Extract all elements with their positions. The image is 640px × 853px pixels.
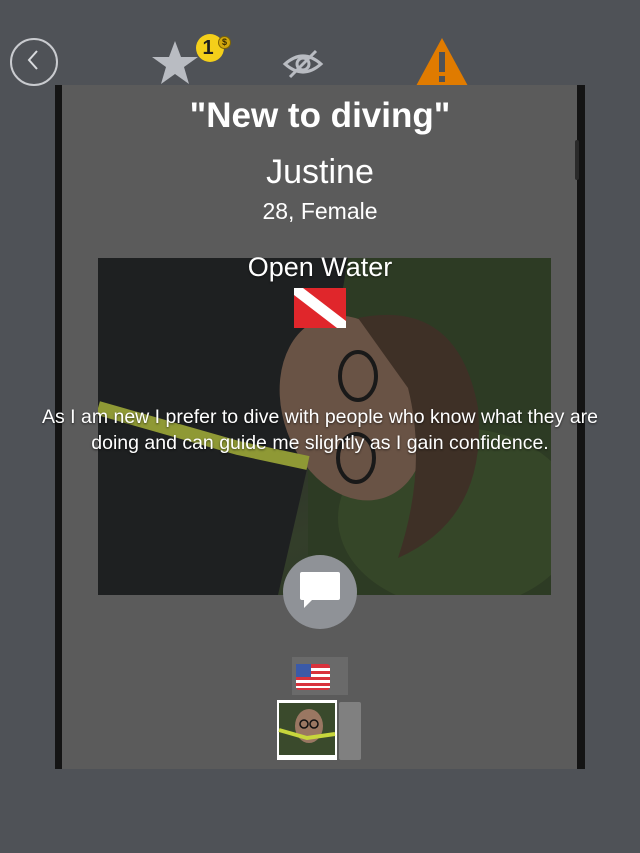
- thumbnail-scroll-handle[interactable]: [339, 702, 361, 760]
- coin-count: 1: [202, 36, 214, 59]
- report-button[interactable]: [414, 36, 470, 88]
- coin-icon: $: [218, 36, 231, 49]
- coin-symbol: $: [221, 37, 227, 47]
- profile-age-gender: 28, Female: [262, 198, 378, 224]
- us-flag-icon: [296, 664, 330, 690]
- hide-profile-button[interactable]: [282, 48, 324, 80]
- chat-bubble-icon: [298, 570, 342, 615]
- chat-button[interactable]: [283, 555, 357, 629]
- certification-level: Open Water: [247, 252, 393, 282]
- profile-name: Justine: [266, 153, 374, 191]
- eye-slash-icon: [282, 49, 324, 84]
- profile-headline: "New to diving": [189, 96, 451, 135]
- profile-screen: 1 $ "New to diving" Justine 28, Female O…: [0, 0, 640, 853]
- favorite-button[interactable]: [150, 38, 200, 88]
- chevron-left-icon: [24, 48, 44, 77]
- dive-flag-icon: [294, 288, 346, 328]
- photo-thumbnail[interactable]: [277, 700, 337, 760]
- back-button[interactable]: [10, 38, 58, 86]
- profile-bio: As I am new I prefer to dive with people…: [41, 406, 599, 454]
